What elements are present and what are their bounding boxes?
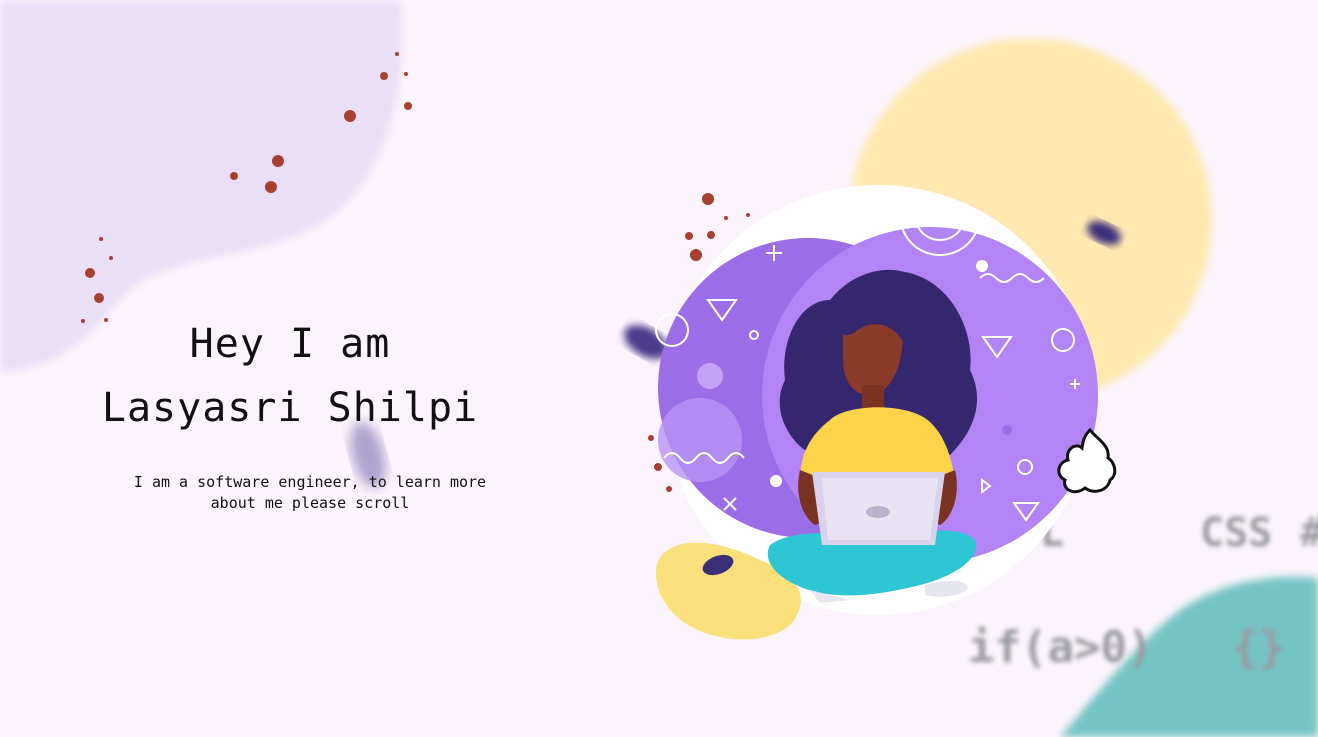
hero-name: Lasyasri Shilpi [101, 385, 479, 431]
hero-greeting: Hey I am [189, 321, 391, 367]
hero-subtitle-line2: about me please scroll [210, 494, 410, 512]
hero-subtitle: I am a software engineer, to learn more … [100, 472, 520, 514]
hero-heading: Hey I am Lasyasri Shilpi [60, 312, 520, 440]
code-word-braces: {} [1232, 622, 1285, 673]
code-word-css: CSS [1200, 510, 1273, 556]
code-word-hash: # [1300, 510, 1318, 556]
hero-subtitle-line1: I am a software engineer, to learn more [133, 473, 487, 491]
woman-with-laptop-illustration [655, 185, 1117, 640]
